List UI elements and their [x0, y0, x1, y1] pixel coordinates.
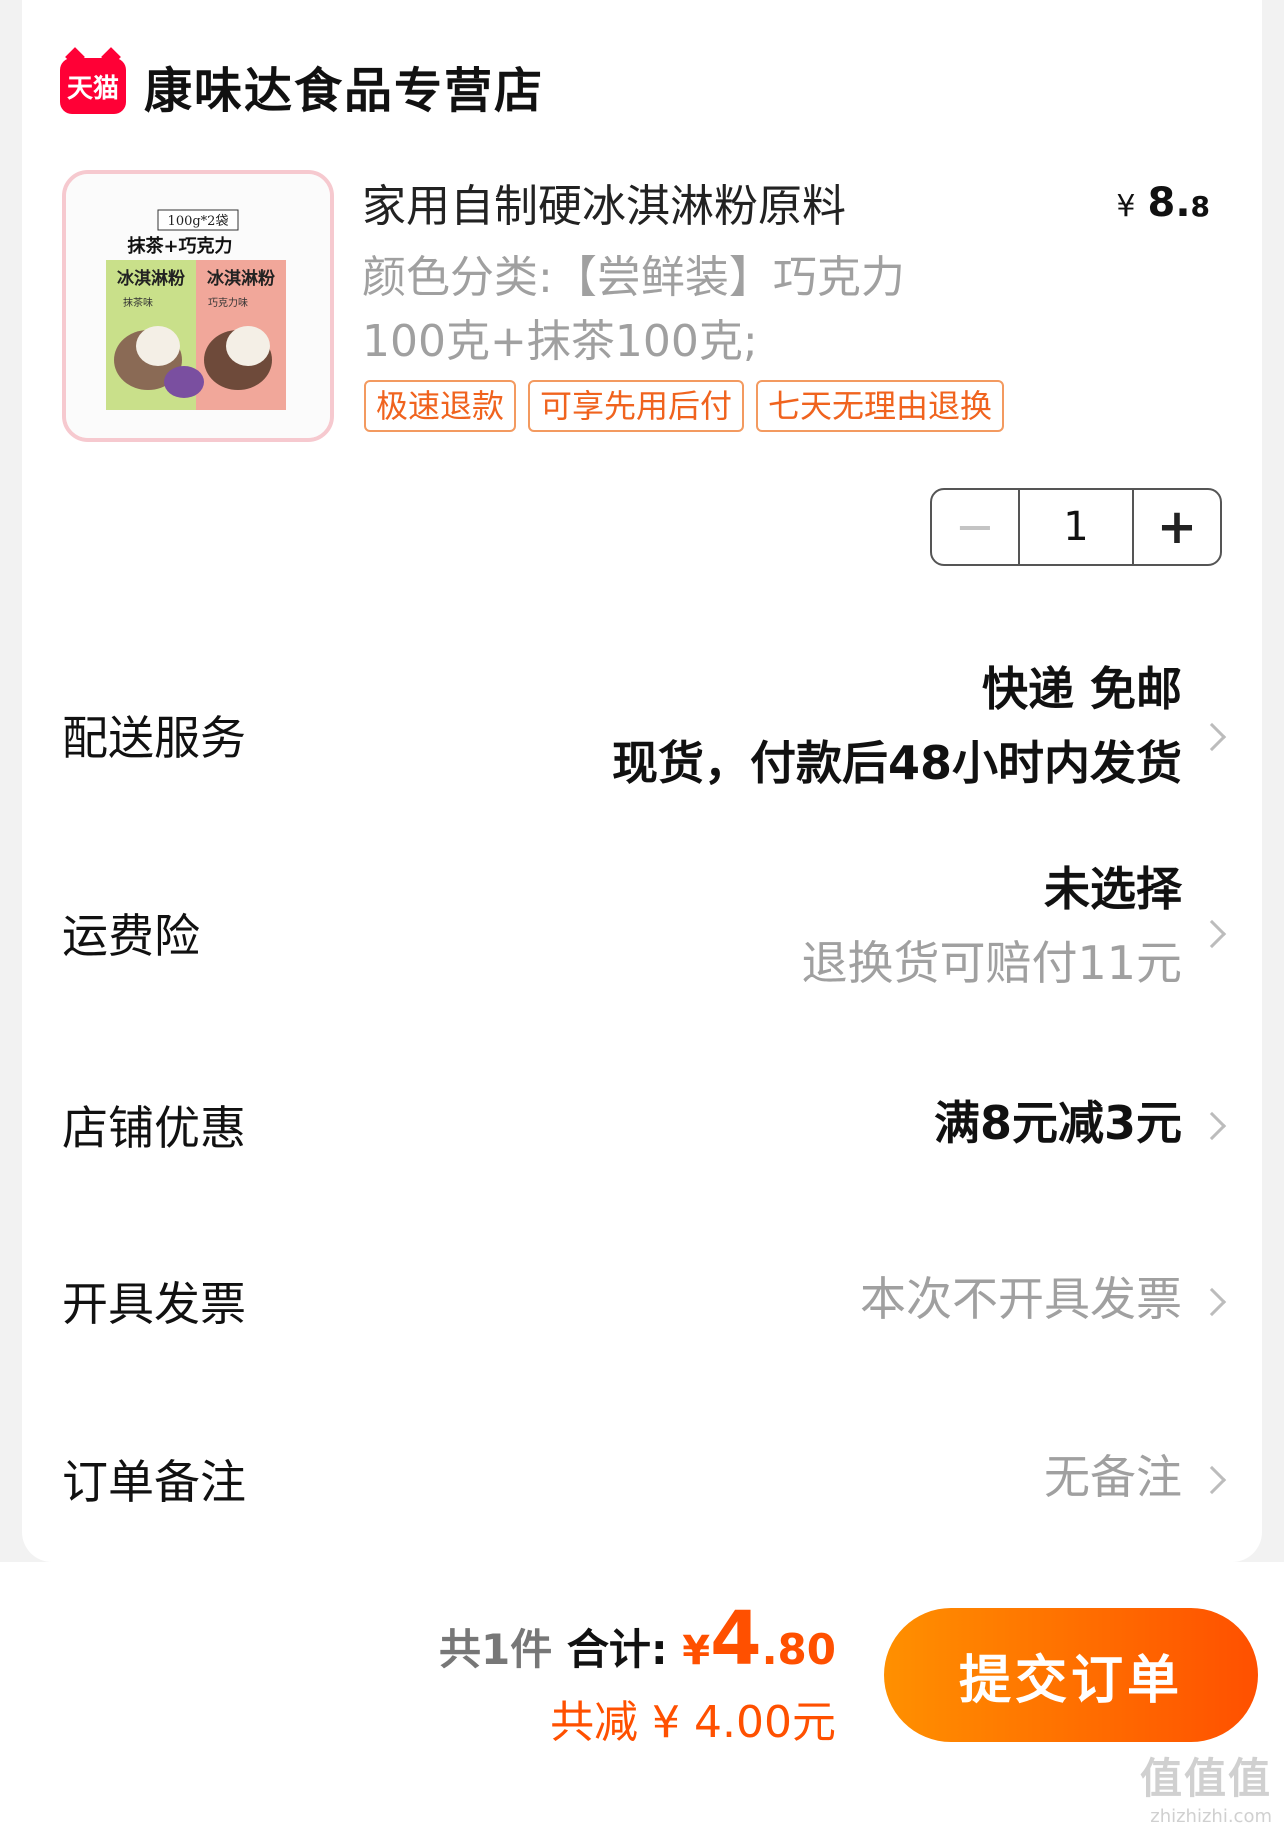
flavors-title: 抹茶+巧克力	[127, 235, 232, 257]
item-count: 共1件	[438, 1625, 553, 1674]
product-variant[interactable]: 颜色分类:【尝鲜装】巧克力 100克+抹茶100克;	[362, 246, 962, 374]
shop-name[interactable]: 康味达食品专营店	[144, 51, 544, 121]
watermark: 值值值 zhizhizhi.com	[1140, 1745, 1272, 1827]
store-discount-value: 满8元减3元	[933, 1096, 1182, 1150]
right-bag-flavor: 巧克力味	[208, 296, 248, 309]
order-note-row[interactable]: 订单备注 无备注	[62, 1440, 1227, 1520]
service-tags: 极速退款 可享先用后付 七天无理由退换	[364, 380, 1005, 432]
tag-seven-day-return: 七天无理由退换	[756, 380, 1005, 432]
delivery-value: 快递 免邮 现货，付款后48小时内发货	[612, 652, 1182, 800]
delivery-time: 现货，付款后48小时内发货	[611, 736, 1182, 790]
store-discount-row[interactable]: 店铺优惠 满8元减3元	[62, 1086, 1227, 1166]
right-bag-title: 冰淇淋粉	[207, 268, 275, 289]
variant-line-2: 100克+抹茶100克;	[362, 316, 758, 367]
total-label: 合计:	[566, 1625, 668, 1674]
quantity-input[interactable]: 1	[1018, 490, 1134, 564]
product-price: ¥8.8	[1116, 180, 1210, 226]
decrease-quantity-button[interactable]: −	[932, 490, 1018, 564]
order-total: 共1件 合计: ¥4.80	[439, 1596, 836, 1682]
product-image: 100g*2袋 抹茶+巧克力 冰淇淋粉 冰淇淋粉 抹茶味 巧克力味	[66, 174, 330, 438]
watermark-url: zhizhizhi.com	[1150, 1806, 1272, 1827]
delivery-row[interactable]: 配送服务 快递 免邮 现货，付款后48小时内发货	[62, 652, 1227, 822]
shipping-insurance-status: 未选择	[1044, 862, 1182, 916]
tag-pay-later: 可享先用后付	[528, 380, 745, 432]
pack-label: 100g*2袋	[168, 214, 229, 229]
invoice-value: 本次不开具发票	[860, 1272, 1182, 1326]
chevron-right-icon	[1197, 1287, 1227, 1317]
increase-quantity-button[interactable]: +	[1134, 490, 1220, 564]
order-card: 天猫 康味达食品专营店 100g*2袋 抹茶+巧克力 冰淇淋粉 冰淇淋粉 抹茶味…	[22, 0, 1262, 1562]
tag-fast-refund: 极速退款	[364, 380, 517, 432]
order-note-value: 无备注	[1044, 1450, 1182, 1504]
invoice-label: 开具发票	[62, 1277, 246, 1331]
price-integer: 8.	[1147, 180, 1191, 226]
quantity-stepper: − 1 +	[930, 488, 1222, 566]
price-decimal: 8	[1190, 190, 1210, 223]
tmall-logo: 天猫	[60, 58, 126, 114]
price-currency: ¥	[1116, 189, 1136, 224]
tmall-badge-text: 天猫	[66, 73, 119, 104]
invoice-row[interactable]: 开具发票 本次不开具发票	[62, 1262, 1227, 1342]
shipping-insurance-row[interactable]: 运费险 未选择 退换货可赔付11元	[62, 852, 1227, 1012]
variant-line-1: 颜色分类:【尝鲜装】巧克力	[362, 252, 905, 303]
left-bag-flavor: 抹茶味	[123, 296, 153, 309]
total-currency: ¥	[682, 1628, 711, 1674]
chevron-right-icon	[1197, 919, 1227, 949]
checkout-bar: 共1件 合计: ¥4.80 共减 ¥ 4.00元 提交订单 值值值 zhizhi…	[0, 1562, 1284, 1833]
watermark-text: 值值值	[1139, 1754, 1272, 1803]
chevron-right-icon	[1197, 722, 1227, 752]
chevron-right-icon	[1197, 1111, 1227, 1141]
shipping-insurance-desc: 退换货可赔付11元	[801, 936, 1182, 990]
chevron-right-icon	[1197, 1465, 1227, 1495]
product-thumbnail[interactable]: 100g*2袋 抹茶+巧克力 冰淇淋粉 冰淇淋粉 抹茶味 巧克力味	[62, 170, 334, 442]
left-bag-title: 冰淇淋粉	[117, 268, 185, 289]
submit-order-button[interactable]: 提交订单	[884, 1608, 1258, 1742]
total-integer: 4	[710, 1596, 762, 1682]
order-note-label: 订单备注	[62, 1455, 246, 1509]
total-decimal: .80	[761, 1625, 836, 1674]
shipping-insurance-value: 未选择 退换货可赔付11元	[801, 852, 1182, 1000]
product-title[interactable]: 家用自制硬冰淇淋粉原料	[362, 170, 846, 234]
order-summary: 共1件 合计: ¥4.80 共减 ¥ 4.00元	[439, 1596, 836, 1750]
savings-amount: 共减 ¥ 4.00元	[550, 1697, 836, 1748]
store-discount-label: 店铺优惠	[62, 1101, 246, 1155]
delivery-label: 配送服务	[62, 711, 246, 765]
shop-header[interactable]: 天猫 康味达食品专营店	[60, 58, 544, 119]
delivery-method: 快递 免邮	[981, 662, 1182, 716]
shipping-insurance-label: 运费险	[62, 909, 200, 963]
